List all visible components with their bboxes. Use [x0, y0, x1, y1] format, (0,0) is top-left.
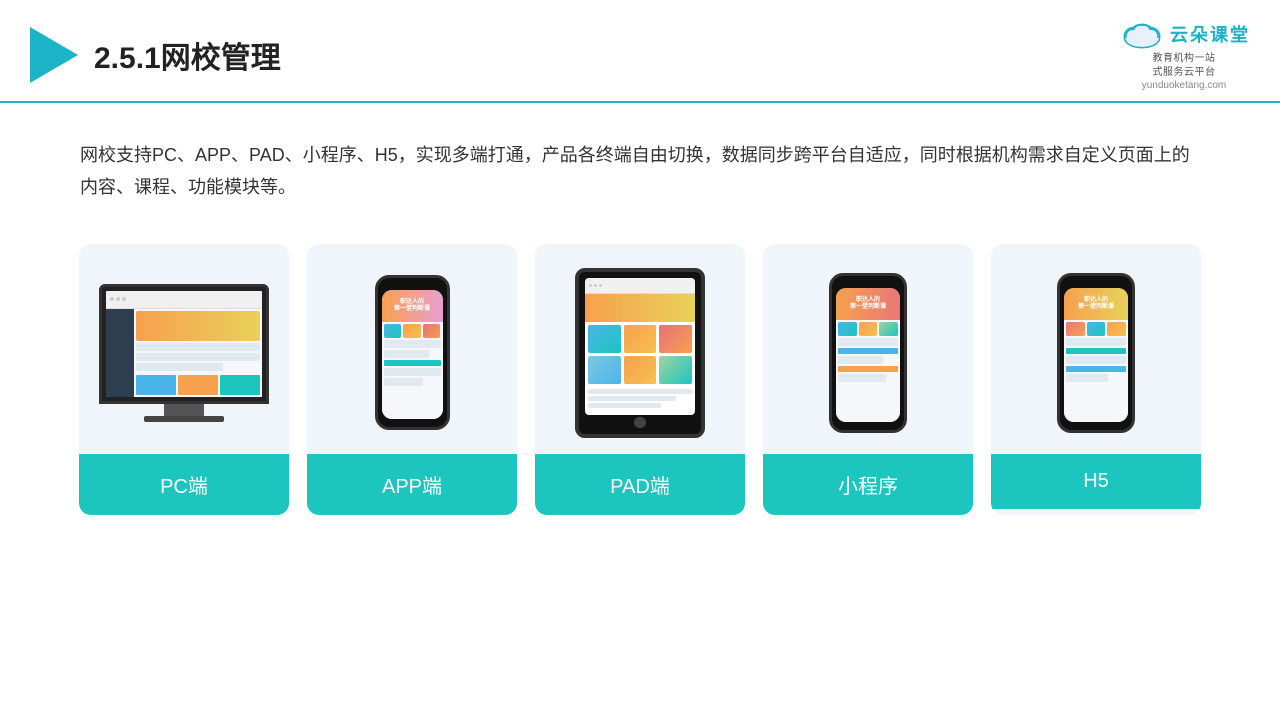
- logo-url: yunduoketang.com: [1142, 80, 1227, 91]
- page-title: 2.5.1网校管理: [94, 33, 281, 77]
- card-app-label: APP端: [307, 454, 517, 515]
- card-pc: PC端: [79, 244, 289, 515]
- cards-container: PC端 职达人的第一堂判断课: [0, 224, 1280, 515]
- logo-sub: 教育机构一站 式服务云平台: [1153, 52, 1216, 80]
- description: 网校支持PC、APP、PAD、小程序、H5，实现多端打通，产品各终端自由切换，数…: [0, 103, 1280, 224]
- app-phone-mockup: 职达人的第一堂判断课: [375, 275, 450, 430]
- cloud-icon: [1118, 18, 1166, 50]
- card-h5: 职达人的第一堂判断课 H5: [991, 244, 1201, 515]
- card-pc-image: [79, 244, 289, 454]
- card-pad: PAD端: [535, 244, 745, 515]
- card-miniprogram-label: 小程序: [763, 454, 973, 515]
- card-pad-label: PAD端: [535, 454, 745, 515]
- logo-icon: 云朵课堂: [1118, 18, 1250, 50]
- pad-tablet-mockup: [575, 268, 705, 438]
- card-app-image: 职达人的第一堂判断课: [307, 244, 517, 454]
- header: 2.5.1网校管理 云朵课堂 教育机构一站 式服务云平台 yunduoketan…: [0, 0, 1280, 103]
- h5-phone-mockup: 职达人的第一堂判断课: [1057, 273, 1135, 433]
- card-app: 职达人的第一堂判断课 APP端: [307, 244, 517, 515]
- miniprogram-phone-mockup: 职达人的第一堂判断课: [829, 273, 907, 433]
- logo-area: 云朵课堂 教育机构一站 式服务云平台 yunduoketang.com: [1118, 18, 1250, 91]
- header-left: 2.5.1网校管理: [30, 27, 281, 83]
- description-text: 网校支持PC、APP、PAD、小程序、H5，实现多端打通，产品各终端自由切换，数…: [80, 139, 1200, 204]
- pc-mockup: [99, 284, 269, 422]
- card-miniprogram-image: 职达人的第一堂判断课: [763, 244, 973, 454]
- logo-text: 云朵课堂: [1170, 21, 1250, 47]
- card-pc-label: PC端: [79, 454, 289, 515]
- card-pad-image: [535, 244, 745, 454]
- card-miniprogram: 职达人的第一堂判断课 小程序: [763, 244, 973, 515]
- card-h5-label: H5: [991, 454, 1201, 509]
- play-icon: [30, 27, 78, 83]
- card-h5-image: 职达人的第一堂判断课: [991, 244, 1201, 454]
